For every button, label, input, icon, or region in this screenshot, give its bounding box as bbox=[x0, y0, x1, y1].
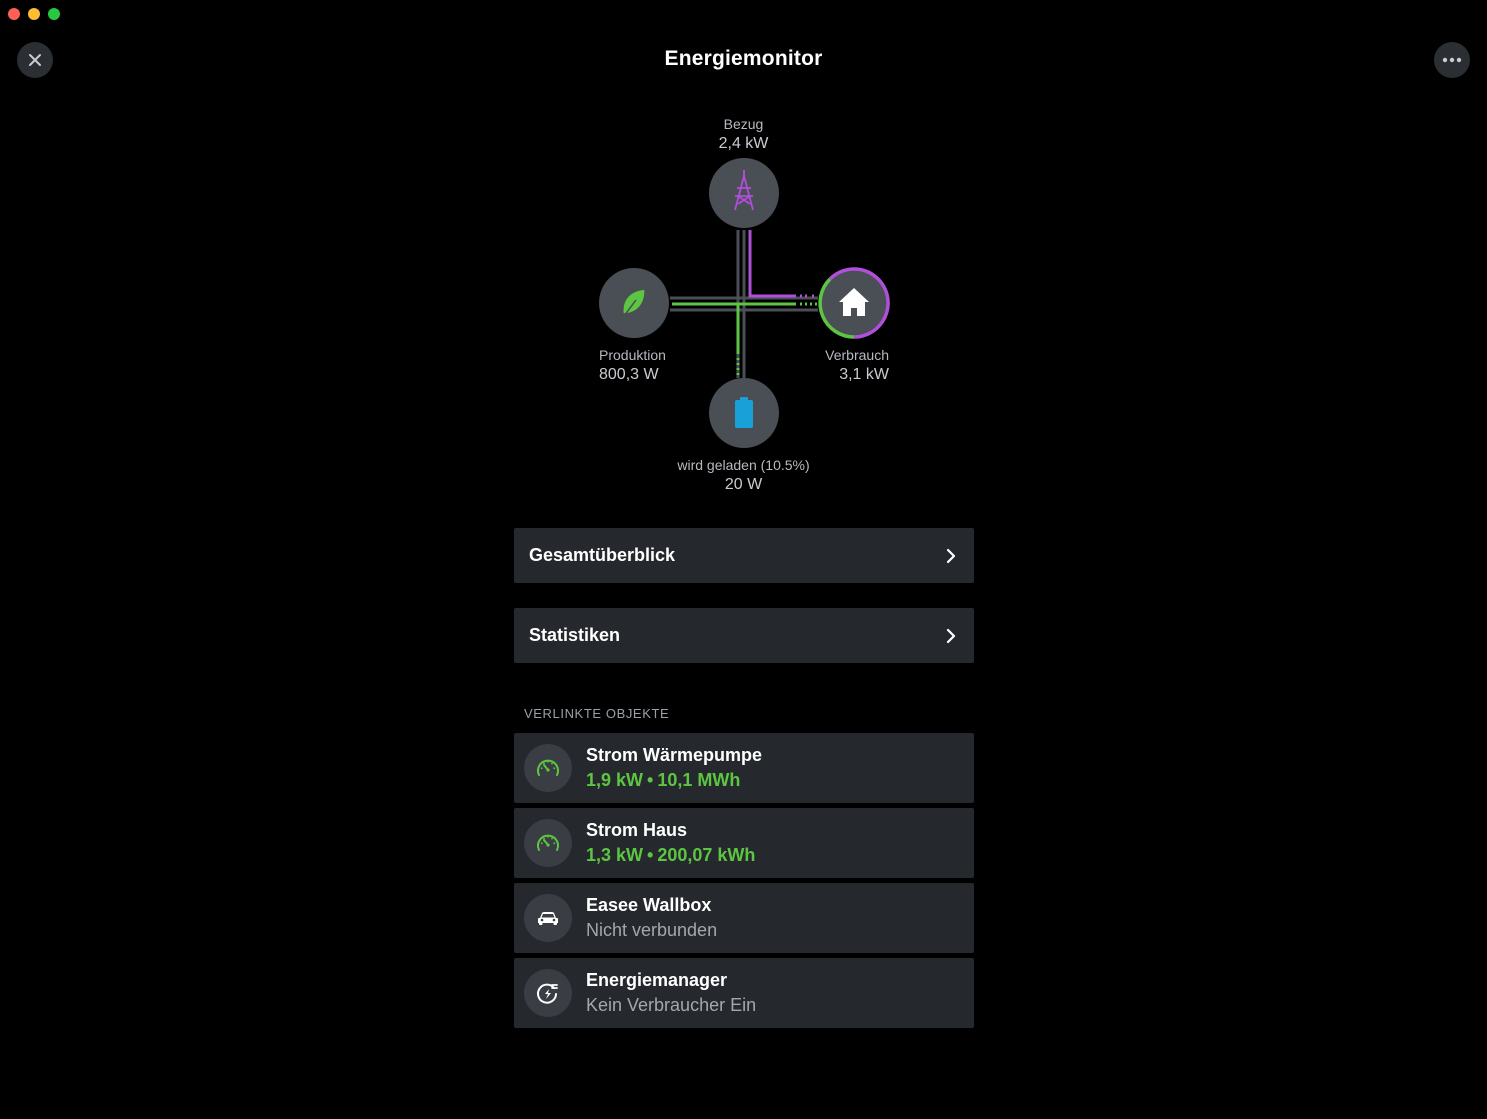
linked-item-energy-manager[interactable]: Energiemanager Kein Verbraucher Ein bbox=[514, 958, 974, 1028]
battery-icon bbox=[735, 397, 753, 428]
energy-flow-diagram bbox=[599, 158, 890, 448]
linked-item-heat-pump[interactable]: Strom Wärmepumpe 1,9 kW • 10,1 MWh bbox=[514, 733, 974, 803]
linked-objects-header: VERLINKTE OBJEKTE bbox=[524, 706, 670, 721]
linked-item-status: Nicht verbunden bbox=[586, 920, 718, 940]
grid-node[interactable] bbox=[709, 158, 779, 228]
energy-value: 200,07 kWh bbox=[657, 845, 756, 865]
linked-item-name: Energiemanager bbox=[586, 970, 728, 990]
chevron-right-icon bbox=[946, 628, 956, 643]
production-label: Produktion bbox=[599, 347, 666, 363]
power-value: 1,9 kW bbox=[586, 770, 644, 790]
statistics-row[interactable]: Statistiken bbox=[514, 608, 974, 663]
linked-item-name: Easee Wallbox bbox=[586, 895, 712, 915]
consumption-node[interactable] bbox=[818, 267, 890, 339]
linked-item-reading: 1,3 kW • 200,07 kWh bbox=[586, 845, 756, 865]
linked-item-name: Strom Wärmepumpe bbox=[586, 745, 763, 765]
linked-item-reading: 1,9 kW • 10,1 MWh bbox=[586, 770, 741, 790]
grid-label: Bezug bbox=[723, 116, 764, 132]
production-node[interactable] bbox=[599, 268, 669, 338]
battery-value: 20 W bbox=[724, 476, 763, 493]
production-value: 800,3 W bbox=[599, 366, 659, 383]
battery-label: wird geladen (10.5%) bbox=[677, 457, 810, 473]
energy-manager-icon bbox=[524, 969, 572, 1017]
grid-to-house-line bbox=[748, 230, 796, 298]
meter-icon bbox=[524, 819, 572, 867]
linked-item-wallbox[interactable]: Easee Wallbox Nicht verbunden bbox=[514, 883, 974, 953]
linked-item-house[interactable]: Strom Haus 1,3 kW • 200,07 kWh bbox=[514, 808, 974, 878]
meter-icon bbox=[524, 744, 572, 792]
linked-item-status: Kein Verbraucher Ein bbox=[586, 995, 757, 1015]
car-icon bbox=[524, 894, 572, 942]
energy-value: 10,1 MWh bbox=[657, 770, 741, 790]
consumption-value: 3,1 kW bbox=[839, 366, 889, 383]
linked-item-name: Strom Haus bbox=[586, 820, 688, 840]
power-value: 1,3 kW bbox=[586, 845, 644, 865]
battery-node[interactable] bbox=[709, 378, 779, 448]
overview-row[interactable]: Gesamtüberblick bbox=[514, 528, 974, 583]
statistics-label: Statistiken bbox=[529, 625, 621, 645]
grid-value: 2,4 kW bbox=[718, 135, 769, 152]
consumption-label: Verbrauch bbox=[825, 347, 889, 363]
overview-label: Gesamtüberblick bbox=[529, 545, 676, 565]
chevron-right-icon bbox=[946, 548, 956, 563]
